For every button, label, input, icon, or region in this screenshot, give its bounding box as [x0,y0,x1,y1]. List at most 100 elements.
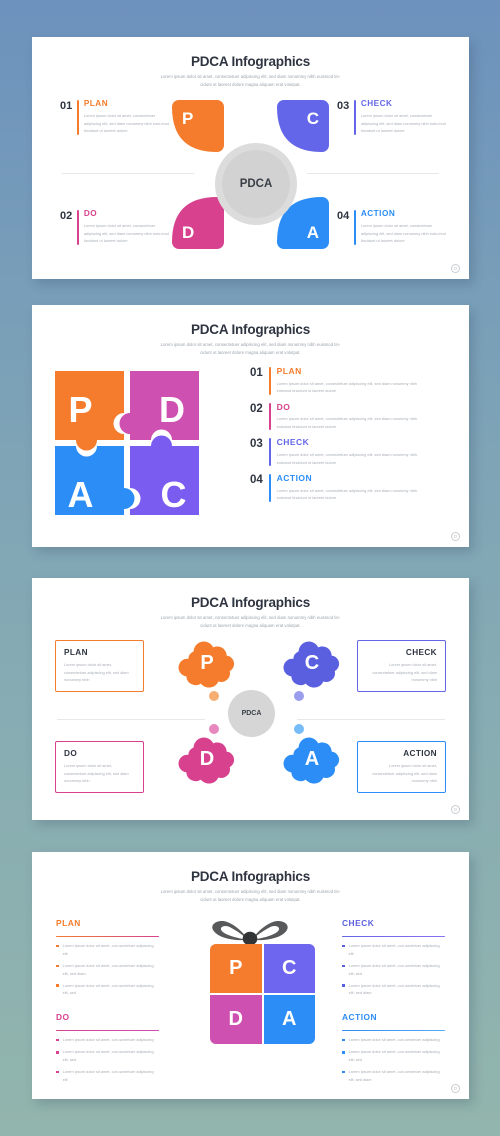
column-action[interactable]: ACTION Lorem ipsum dolor sit amet, con-s… [342,1012,445,1088]
watermark-letter: D [453,1086,458,1091]
callout-label: PLAN [64,648,88,657]
bullet-marker [342,964,345,968]
bullet-marker [56,1038,59,1042]
callout-box-plan[interactable]: PLAN Lorem ipsum dolor sit amet, consect… [55,640,144,692]
legend-item-do[interactable]: 02 DO Lorem ipsum dolor sit amet, consec… [250,403,427,431]
puzzle-graphic[interactable]: P D A C [52,368,202,518]
svg-text:C: C [161,474,187,515]
cloud-check[interactable]: C [281,640,343,692]
giftbox-grid[interactable]: P C D A [210,944,315,1044]
legend-item-action[interactable]: 04 ACTION Lorem ipsum dolor sit amet, co… [337,209,449,245]
page-title: PDCA Infographics [190,322,311,337]
page-subtitle: Lorem ipsum dolor sit amet, consectetuer… [106,888,396,904]
bullet-text: Lorem ipsum dolor sit amet, con-sectetue… [348,963,440,976]
wedge-check[interactable]: C [277,100,329,152]
slide-pdca-clouds[interactable]: PDCA Infographics Lorem ipsum dolor sit … [32,578,469,820]
wedge-letter: C [306,109,319,128]
connector-dot-plan [209,691,219,701]
column-check[interactable]: CHECK Lorem ipsum dolor sit amet, con-se… [342,918,445,1001]
accent-bar [354,210,356,245]
callout-box-action[interactable]: ACTION Lorem ipsum dolor sit amet, conse… [357,741,446,793]
subtitle-line-1: Lorem ipsum dolor sit amet, consectetuer… [160,74,341,79]
grid-cell-action[interactable]: A [263,995,315,1044]
cloud-letter: P [200,652,214,674]
bullet-text: Lorem ipsum dolor sit amet, con-sectetue… [62,1069,154,1082]
bullet-item: Lorem ipsum dolor sit amet, con-sectetue… [342,942,445,957]
grid-letter: A [282,1008,297,1030]
accent-bar [77,100,79,135]
watermark-badge: D [451,532,460,541]
pdca-center-ring[interactable]: PDCA [228,690,275,737]
grid-cell-do[interactable]: D [210,995,262,1044]
cloud-plan[interactable]: P [176,640,238,692]
cloud-letter: D [199,748,215,770]
legend-item-action[interactable]: 04 ACTION Lorem ipsum dolor sit amet, co… [250,474,427,502]
connector-dot-action [294,724,304,734]
bullet-text: Lorem ipsum dolor sit amet, con-sectetue… [62,943,154,956]
bullet-text: Lorem ipsum dolor sit amet, con-sectetue… [348,943,440,956]
legend-item-plan[interactable]: 01 PLAN Lorem ipsum dolor sit amet, cons… [60,99,172,135]
watermark-letter: D [453,534,458,539]
column-do[interactable]: DO Lorem ipsum dolor sit amet, con-secte… [56,1012,159,1088]
grid-letter: P [229,957,243,979]
slide-pdca-giftbox[interactable]: PDCA Infographics Lorem ipsum dolor sit … [32,852,469,1099]
column-rule [56,936,159,938]
legend-label: CHECK [360,99,393,108]
wedge-plan[interactable]: P [172,100,224,152]
bullet-marker [342,1050,345,1054]
column-rule [56,1030,159,1032]
legend-number: 01 [250,367,263,379]
watermark-badge: D [451,264,460,273]
legend-label: ACTION [276,473,313,484]
column-plan[interactable]: PLAN Lorem ipsum dolor sit amet, con-sec… [56,918,159,1001]
svg-text:D: D [159,389,185,430]
cloud-action[interactable]: A [281,736,343,788]
callout-box-check[interactable]: CHECK Lorem ipsum dolor sit amet, consec… [357,640,446,692]
cloud-letter: C [304,652,320,674]
connector-dot-do [209,724,219,734]
slide-pdca-wedges[interactable]: PDCA Infographics Lorem ipsum dolor sit … [32,37,469,279]
grid-cell-plan[interactable]: P [210,944,262,993]
bullet-item: Lorem ipsum dolor sit amet, con-sectetue… [56,1048,159,1063]
callout-desc: Lorem ipsum dolor sit amet, consectetuer… [64,763,129,784]
page-title: PDCA Infographics [190,54,311,69]
pdca-center-label: PDCA [241,710,262,717]
legend-item-check[interactable]: 03 CHECK Lorem ipsum dolor sit amet, con… [337,99,449,135]
legend-item-check[interactable]: 03 CHECK Lorem ipsum dolor sit amet, con… [250,437,427,467]
cloud-do[interactable]: D [176,736,238,788]
legend-label: CHECK [276,437,310,448]
accent-bar [268,474,271,502]
bullet-item: Lorem ipsum dolor sit amet, con-sectetue… [56,962,159,977]
grid-cell-check[interactable]: C [263,944,315,993]
legend-item-plan[interactable]: 01 PLAN Lorem ipsum dolor sit amet, cons… [250,367,427,395]
bullet-marker [342,984,345,987]
column-rule [342,936,445,938]
legend-label: DO [276,401,291,412]
bullet-item: Lorem ipsum dolor sit amet, con-sectetue… [342,962,445,977]
subtitle-line-1: Lorem ipsum dolor sit amet, consectetuer… [160,342,341,347]
bullet-marker [56,1050,59,1054]
legend-list: 01 PLAN Lorem ipsum dolor sit amet, cons… [250,367,427,510]
callout-box-do[interactable]: DO Lorem ipsum dolor sit amet, consectet… [55,741,144,793]
divider-right [307,173,439,174]
accent-bar [354,100,356,135]
legend-item-do[interactable]: 02 DO Lorem ipsum dolor sit amet, consec… [60,209,172,245]
legend-desc: Lorem ipsum dolor sit amet, consectetuer… [276,487,417,501]
pdca-center-label: PDCA [239,178,273,190]
grid-letter: C [282,957,297,979]
bullet-item: Lorem ipsum dolor sit amet, con-sectetue… [342,1036,445,1044]
callout-label: CHECK [405,648,437,657]
legend-desc: Lorem ipsum dolor sit amet, consectetuer… [276,380,417,394]
legend-label: DO [83,209,98,218]
bullet-marker [56,1070,59,1074]
page-subtitle: Lorem ipsum dolor sit amet, consectetuer… [106,341,396,357]
bullet-text: Lorem ipsum dolor sit amet, con-sectetue… [348,982,440,996]
page-subtitle: Lorem ipsum dolor sit amet, consectetuer… [106,614,396,630]
accent-bar [268,402,271,431]
pdca-center-ring[interactable]: PDCA [215,143,297,225]
slide-pdca-puzzle[interactable]: PDCA Infographics Lorem ipsum dolor sit … [32,305,469,547]
callout-label: DO [64,749,78,758]
wedge-do[interactable]: D [172,197,224,249]
callout-desc: Lorem ipsum dolor sit amet, consectetuer… [64,662,129,683]
legend-number: 03 [250,438,263,451]
